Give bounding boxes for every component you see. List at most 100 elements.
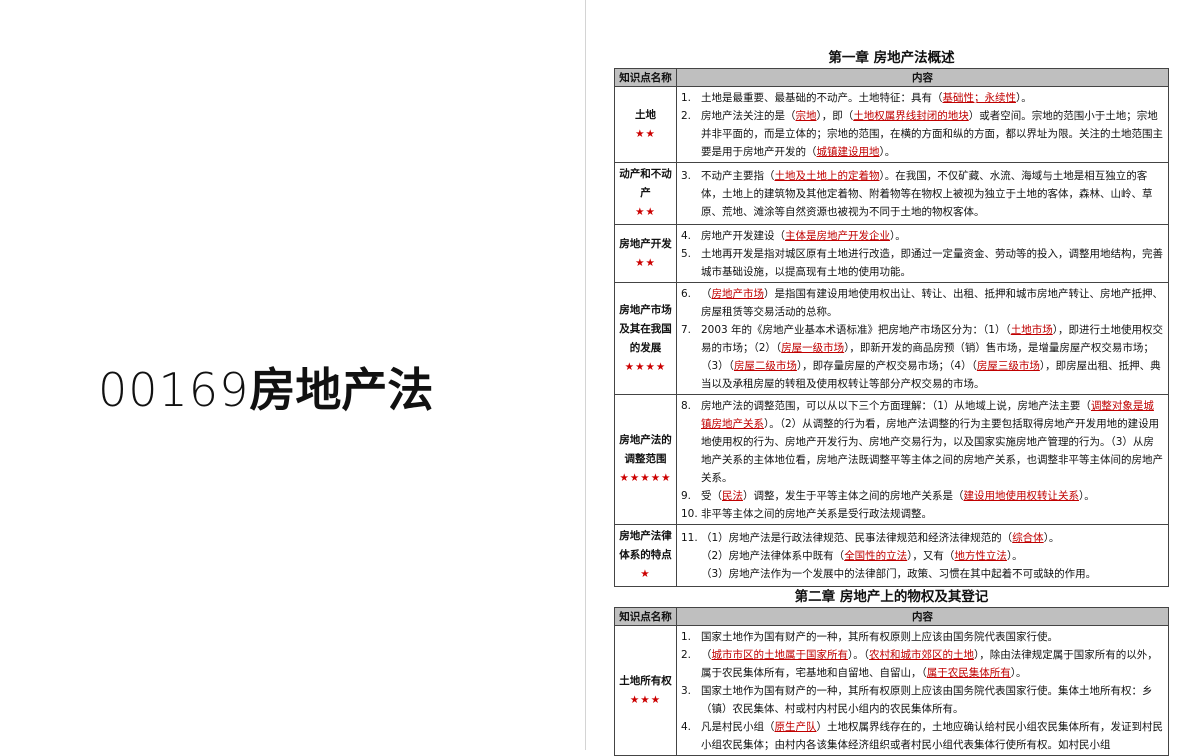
text-segment: 凡是村民小组（: [701, 721, 775, 733]
highlighted-term: 原生产队: [774, 721, 817, 733]
table-row: 动产和不动产 ★★ 3. 不动产主要指（土地及土地上的定着物）。在我国，不仅矿藏、水流…: [614, 162, 1169, 225]
item-text: （1）房地产法是行政法律规范、民事法律规范和经济法律规范的（综合体）。: [701, 529, 1164, 547]
highlighted-term: 农村和城市郊区的土地: [869, 649, 974, 661]
text-segment: 房地产开发建设（: [701, 230, 785, 242]
text-segment: 受（: [701, 490, 722, 502]
highlighted-term: 房地产市场: [711, 288, 765, 300]
item-number: 3.: [681, 685, 692, 697]
item-text: 国家土地作为国有财产的一种，其所有权原则上应该由国务院代表国家行使。: [701, 628, 1164, 646]
knowledge-point-cell: 土地 ★★: [614, 86, 677, 163]
importance-stars: ★★: [635, 206, 656, 218]
text-segment: ）调整，发生于平等主体之间的房地产关系是（: [743, 490, 964, 502]
list-item: 1. 土地是最重要、最基础的不动产。土地特征：具有（基础性；永续性）。: [681, 89, 1164, 107]
notes-sheet: 第一章 房地产法概述 知识点名称 内容 土地 ★★ 1. 土地是最重要、最基础的不动产…: [614, 48, 1169, 756]
list-item: 9. 受（民法）调整，发生于平等主体之间的房地产关系是（建设用地使用权转让关系）。: [681, 487, 1164, 505]
text-segment: ）。（2）从调整的行为看，房地产法调整的行为主要包括取得房地产开发用地的建设用地…: [701, 418, 1163, 484]
highlighted-term: 房屋一级市场: [781, 342, 845, 354]
item-text: 土地是最重要、最基础的不动产。土地特征：具有（基础性；永续性）。: [701, 89, 1164, 107]
list-item: 11. （1）房地产法是行政法律规范、民事法律规范和经济法律规范的（综合体）。: [681, 529, 1164, 547]
knowledge-point-cell: 房地产法律体系的特点 ★: [614, 524, 677, 587]
item-text: （城市市区的土地属于国家所有）。（农村和城市郊区的土地），除由法律规定属于国家所…: [701, 646, 1164, 682]
table-row: 土地所有权 ★★★ 1. 国家土地作为国有财产的一种，其所有权原则上应该由国务院代表国…: [614, 625, 1169, 756]
list-item: 4. 凡是村民小组（原生产队）土地权属界线存在的，土地应确认给村民小组农民集体所有…: [681, 718, 1164, 754]
highlighted-term: 建设用地使用权转让关系: [963, 490, 1080, 502]
item-text: 房地产法的调整范围，可以从以下三个方面理解：（1）从地域上说，房地产法主要（调整…: [701, 397, 1164, 487]
item-number: 9.: [681, 490, 692, 502]
item-text: 房地产开发建设（主体是房地产开发企业）。: [701, 227, 1164, 245]
item-number: 8.: [681, 400, 692, 412]
list-item: 5. 土地再开发是指对城区原有土地进行改造，即通过一定量资金、劳动等的投入，调整用…: [681, 245, 1164, 281]
highlighted-term: 全国性的立法: [844, 550, 908, 562]
highlighted-term: 民法: [722, 490, 743, 502]
cover-title: 00169房地产法: [98, 358, 433, 422]
table-row: 房地产法律体系的特点 ★ 11. （1）房地产法是行政法律规范、民事法律规范和经济法律…: [614, 524, 1169, 587]
text-segment: 土地再开发是指对城区原有土地进行改造，即通过一定量资金、劳动等的投入，调整用地结…: [701, 248, 1163, 278]
list-item: 7. 2003 年的《房地产业基本术语标准》把房地产市场区分为：（1）（土地市场 ）…: [681, 321, 1164, 393]
left-page: 00169房地产法: [0, 0, 584, 750]
table-header-row: 知识点名称 内容: [614, 607, 1169, 626]
chapter-2-title: 第二章 房地产上的物权及其登记: [794, 589, 989, 605]
chapter-1-rows: 土地 ★★ 1. 土地是最重要、最基础的不动产。土地特征：具有（基础性；永续性）。 2.…: [614, 86, 1169, 587]
item-text: 受（民法）调整，发生于平等主体之间的房地产关系是（建设用地使用权转让关系）。: [701, 487, 1164, 505]
table-row: 房地产法的调整范围 ★★★★★ 8. 房地产法的调整范围，可以从以下三个方面理解：（1…: [614, 394, 1169, 525]
chapter-2-rows: 土地所有权 ★★★ 1. 国家土地作为国有财产的一种，其所有权原则上应该由国务院代表国…: [614, 625, 1169, 756]
item-number: 1.: [681, 631, 692, 643]
item-text: 国家土地作为国有财产的一种，其所有权原则上应该由国务院代表国家行使。集体土地所有…: [701, 682, 1164, 718]
item-text: 土地再开发是指对城区原有土地进行改造，即通过一定量资金、劳动等的投入，调整用地结…: [701, 245, 1164, 281]
importance-stars: ★: [640, 568, 651, 580]
table-header-row: 知识点名称 内容: [614, 68, 1169, 87]
content-cell: 1. 国家土地作为国有财产的一种，其所有权原则上应该由国务院代表国家行使。 2. （城…: [676, 625, 1169, 756]
header-content: 内容: [676, 68, 1169, 87]
item-text: （房地产市场）是指国有建设用地使用权出让、转让、出租、抵押和城市房地产转让、房地…: [701, 285, 1164, 321]
list-item: 2. （城市市区的土地属于国家所有）。（农村和城市郊区的土地），除由法律规定属于国…: [681, 646, 1164, 682]
text-segment: （: [701, 288, 712, 300]
knowledge-point-cell: 动产和不动产 ★★: [614, 162, 677, 225]
list-item: 3. 不动产主要指（土地及土地上的定着物）。在我国，不仅矿藏、水流、海域与土地是相…: [681, 167, 1164, 221]
knowledge-point-cell: 土地所有权 ★★★: [614, 625, 677, 756]
text-segment: 2003 年的《房地产业基本术语标准》把房地产市场区分为：（1）（: [701, 324, 1011, 336]
table-row: 土地 ★★ 1. 土地是最重要、最基础的不动产。土地特征：具有（基础性；永续性）。 2.…: [614, 86, 1169, 163]
item-text: 不动产主要指（土地及土地上的定着物）。在我国，不仅矿藏、水流、海域与土地是相互独…: [701, 167, 1164, 221]
text-segment: ）。（: [848, 649, 869, 661]
content-cell: 8. 房地产法的调整范围，可以从以下三个方面理解：（1）从地域上说，房地产法主要（…: [676, 394, 1169, 525]
highlighted-term: 土地市场: [1010, 324, 1053, 336]
text-segment: ）。: [1006, 550, 1023, 562]
highlighted-term: 属于农民集体所有: [926, 667, 1011, 679]
importance-stars: ★★: [635, 127, 656, 140]
knowledge-point-name: 动产和不动产: [619, 168, 672, 199]
knowledge-point-cell: 房地产市场及其在我国的发展 ★★★★: [614, 282, 677, 395]
item-number: 5.: [681, 248, 692, 260]
highlighted-term: 基础性；永续性: [942, 92, 1017, 104]
content-cell: 6. （房地产市场）是指国有建设用地使用权出让、转让、出租、抵押和城市房地产转让、…: [676, 282, 1169, 395]
item-number: 3.: [681, 170, 692, 182]
item-number: 11.: [681, 532, 698, 544]
text-segment: ）。: [879, 146, 896, 158]
knowledge-point-name: 房地产开发: [619, 237, 672, 250]
item-number: 2.: [681, 110, 692, 122]
item-number: 4.: [681, 230, 692, 242]
highlighted-term: 房屋三级市场: [976, 360, 1040, 372]
importance-stars: ★★★★★: [619, 472, 672, 484]
chapter-1-table: 知识点名称 内容 土地 ★★ 1. 土地是最重要、最基础的不动产。土地特征：具有（基础…: [614, 68, 1169, 587]
list-item: 4. 房地产开发建设（主体是房地产开发企业）。: [681, 227, 1164, 245]
text-segment: （3）房地产法作为一个发展中的法律部门，政策、习惯在其中起着不可或缺的作用。: [701, 568, 1097, 580]
highlighted-term: 综合体: [1012, 532, 1044, 544]
list-item: 1. 国家土地作为国有财产的一种，其所有权原则上应该由国务院代表国家行使。: [681, 628, 1164, 646]
item-text: 凡是村民小组（原生产队）土地权属界线存在的，土地应确认给村民小组农民集体所有，发…: [701, 718, 1164, 754]
table-row: 房地产市场及其在我国的发展 ★★★★ 6. （房地产市场）是指国有建设用地使用权出让、…: [614, 282, 1169, 395]
knowledge-point-name: 土地所有权: [619, 674, 672, 687]
chapter-1-title: 第一章 房地产法概述: [828, 50, 955, 66]
table-row: 房地产开发 ★★ 4. 房地产开发建设（主体是房地产开发企业）。 5. 土地再开发是指对城…: [614, 224, 1169, 283]
knowledge-point-name: 房地产市场及其在我国的发展: [619, 303, 672, 354]
highlighted-term: 土地及土地上的定着物: [774, 170, 880, 182]
highlighted-term: 城市市区的土地属于国家所有: [711, 649, 849, 661]
text-segment: ）。: [1043, 532, 1060, 544]
header-knowledge-point: 知识点名称: [614, 68, 677, 87]
knowledge-point-name: 房地产法的调整范围: [619, 434, 672, 465]
sub-item: （3）房地产法作为一个发展中的法律部门，政策、习惯在其中起着不可或缺的作用。: [681, 565, 1164, 583]
highlighted-term: 土地权属界线封闭的地块: [853, 110, 969, 122]
item-text: 房地产法关注的是（宗地），即（土地权属界线封闭的地块）或者空间。宗地的范围小于土…: [701, 107, 1164, 161]
text-segment: 国家土地作为国有财产的一种，其所有权原则上应该由国务院代表国家行使。集体土地所有…: [701, 685, 1153, 715]
knowledge-point-name: 土地: [635, 108, 656, 121]
importance-stars: ★★★: [629, 693, 662, 706]
